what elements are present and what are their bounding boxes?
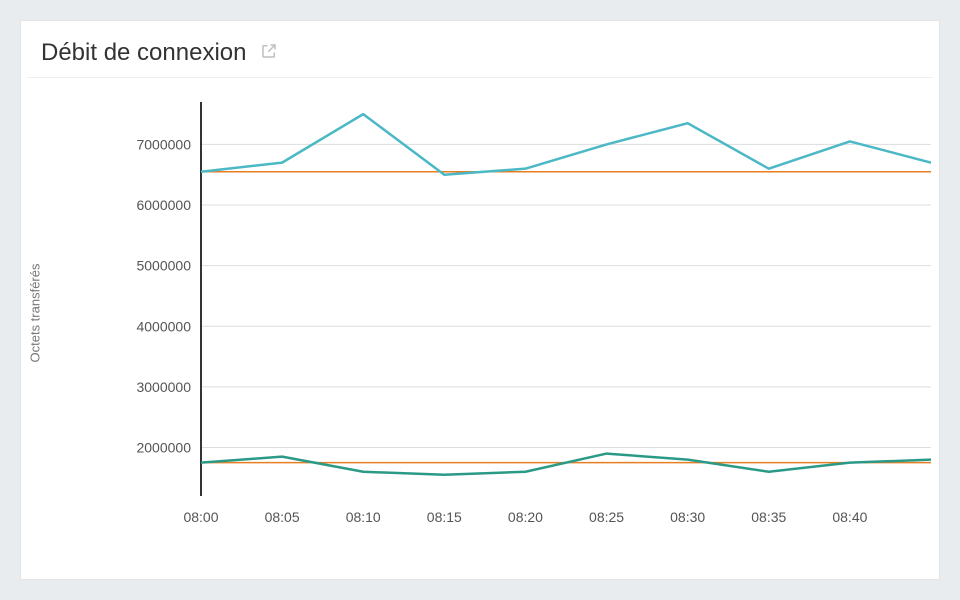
card-header: Débit de connexion: [27, 39, 933, 78]
x-tick-label: 08:20: [508, 509, 543, 525]
external-link-icon[interactable]: [260, 42, 278, 65]
series-lower: [201, 454, 931, 475]
x-tick-label: 08:10: [346, 509, 381, 525]
y-tick-label: 3000000: [136, 379, 191, 395]
chart-title: Débit de connexion: [41, 39, 246, 67]
x-tick-label: 08:15: [427, 509, 462, 525]
y-tick-label: 4000000: [136, 318, 191, 334]
y-tick-label: 2000000: [136, 440, 191, 456]
y-tick-label: 6000000: [136, 197, 191, 213]
y-tick-label: 5000000: [136, 258, 191, 274]
x-tick-label: 08:40: [832, 509, 867, 525]
y-axis-label: Octets transférés: [27, 264, 42, 363]
x-tick-label: 08:05: [265, 509, 300, 525]
chart-card: Débit de connexion Octets transférés 200…: [20, 20, 940, 580]
y-tick-label: 7000000: [136, 136, 191, 152]
x-tick-label: 08:35: [751, 509, 786, 525]
x-tick-label: 08:25: [589, 509, 624, 525]
x-tick-label: 08:00: [183, 509, 218, 525]
chart-svg: 2000000 3000000 4000000 5000000 6000000 70000…: [71, 96, 931, 541]
chart-area: Octets transférés 2000000 3000000 4000000 5…: [27, 78, 933, 548]
x-tick-label: 08:30: [670, 509, 705, 525]
